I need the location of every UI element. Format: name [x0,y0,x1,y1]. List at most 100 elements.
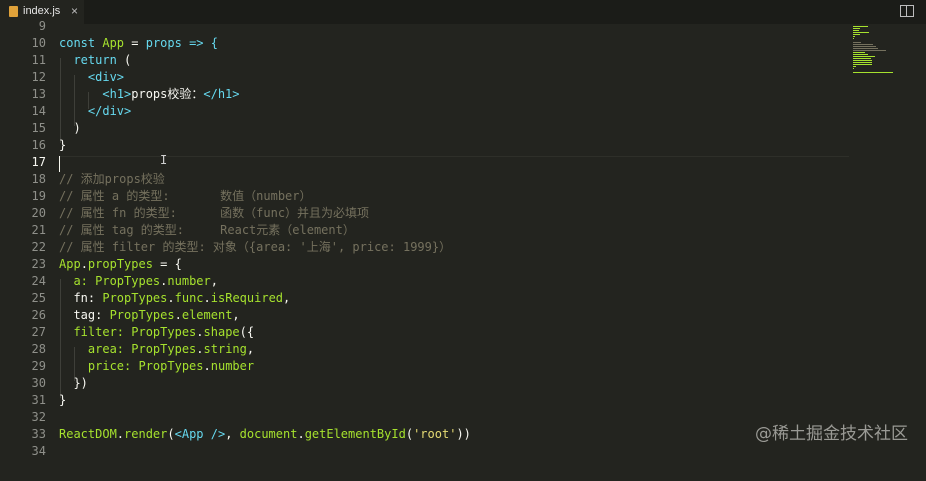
minimap-line [853,42,862,43]
minimap-line [853,72,893,73]
minimap-line [853,68,854,69]
code-token: ( [405,427,414,441]
line-number: 32 [31,410,46,424]
code-line[interactable]: price: PropTypes.number [59,358,254,375]
split-layout-icon[interactable] [900,5,914,17]
line-number: 31 [31,393,46,407]
line-number: 10 [31,36,46,50]
close-icon[interactable]: × [71,4,78,18]
line-number: 22 [31,240,46,254]
tab-filename: index.js [23,5,61,17]
code-token: propTypes [87,257,153,271]
minimap-line [853,36,856,37]
code-token: , [210,274,218,288]
code-token: , [232,308,240,322]
mouse-ibeam-icon: I [160,153,168,167]
code-token: ( [167,427,175,441]
code-token: . [196,342,204,356]
code-token: // 属性 filter 的类型: 对象（{area: '上海', price:… [59,240,452,254]
code-token: props校验： [131,87,204,101]
code-token: PropTypes [102,291,168,305]
minimap-line [853,64,872,65]
code-token: render [124,427,168,441]
minimap-line [853,44,874,45]
code-token: area: [59,342,132,356]
code-line[interactable]: const App = props => { [59,35,218,52]
code-token: } [59,393,67,407]
minimap-line [853,58,871,59]
code-token: // 属性 a 的类型: 数值（number） [59,189,312,203]
code-line[interactable]: <h1>props校验：</h1> [59,86,239,103]
code-token: </div> [59,104,132,118]
code-token: = { [152,257,182,271]
js-file-icon [9,6,18,17]
code-token: number [167,274,211,288]
code-token: . [196,325,204,339]
line-number: 17 [31,155,46,169]
code-line[interactable]: // 属性 filter 的类型: 对象（{area: '上海', price:… [59,239,451,256]
code-line[interactable]: } [59,137,66,154]
code-line[interactable]: // 属性 fn 的类型: 函数（func）并且为必填项 [59,205,369,222]
minimap[interactable] [851,24,895,84]
code-token: = [124,36,146,50]
line-number: 28 [31,342,46,356]
code-line[interactable]: ) [59,120,81,137]
code-token: // 属性 tag 的类型: React元素（element） [59,223,355,237]
line-number: 24 [31,274,46,288]
line-number: 29 [31,359,46,373]
minimap-line [853,28,860,29]
code-token: , [246,342,255,356]
code-token: }) [59,376,88,390]
code-line[interactable]: </div> [59,103,131,120]
line-number: 16 [31,138,46,152]
code-line[interactable]: <div> [59,69,124,86]
code-line[interactable]: // 属性 a 的类型: 数值（number） [59,188,312,205]
code-token: a: [59,274,96,288]
line-number: 30 [31,376,46,390]
code-line[interactable]: App.propTypes = { [59,256,182,273]
code-token: const [59,36,103,50]
code-token: ReactDOM [59,427,117,441]
code-token: shape [203,325,240,339]
code-line[interactable]: filter: PropTypes.shape({ [59,324,254,341]
code-token: PropTypes [131,342,197,356]
tab-bar: index.js × [0,0,926,24]
code-token: PropTypes [109,308,175,322]
line-number: 19 [31,189,46,203]
code-token: // 添加props校验 [59,172,165,186]
minimap-line [853,66,856,67]
line-number: 18 [31,172,46,186]
minimap-line [853,54,869,55]
code-token: func [174,291,204,305]
code-line[interactable]: return ( [59,52,131,69]
code-editor[interactable]: 9 10 11 12 13 14 15 16 17 18 19 20 21 22 23 24 25 26 27 28 2… [0,19,926,481]
line-number: 27 [31,325,46,339]
code-line[interactable]: ReactDOM.render(<App />, document.getEle… [59,426,471,443]
code-line[interactable]: } [59,392,66,409]
code-line[interactable]: fn: PropTypes.func.isRequired, [59,290,290,307]
line-number: 34 [31,444,46,458]
minimap-line [853,62,872,63]
code-token: App [102,36,125,50]
code-token: 'root' [413,427,457,441]
code-token: . [174,308,182,322]
code-token: ) [59,121,81,135]
code-line[interactable]: a: PropTypes.number, [59,273,218,290]
code-line[interactable]: area: PropTypes.string, [59,341,254,358]
minimap-line [853,60,872,61]
code-token: filter: [59,325,132,339]
code-line[interactable]: }) [59,375,88,392]
code-line[interactable]: // 添加props校验 [59,171,165,188]
watermark: @稀土掘金技术社区 [755,424,908,444]
line-number: 20 [31,206,46,220]
code-token: , [225,427,240,441]
line-number: 13 [31,87,46,101]
code-token: )) [456,427,471,441]
code-line[interactable]: tag: PropTypes.element, [59,307,240,324]
code-token: => { [181,36,218,50]
code-line[interactable]: // 属性 tag 的类型: React元素（element） [59,222,355,239]
code-token: return [59,53,125,67]
code-token: <h1> [59,87,132,101]
code-token: // 属性 fn 的类型: 函数（func）并且为必填项 [59,206,370,220]
code-token: <div> [59,70,125,84]
